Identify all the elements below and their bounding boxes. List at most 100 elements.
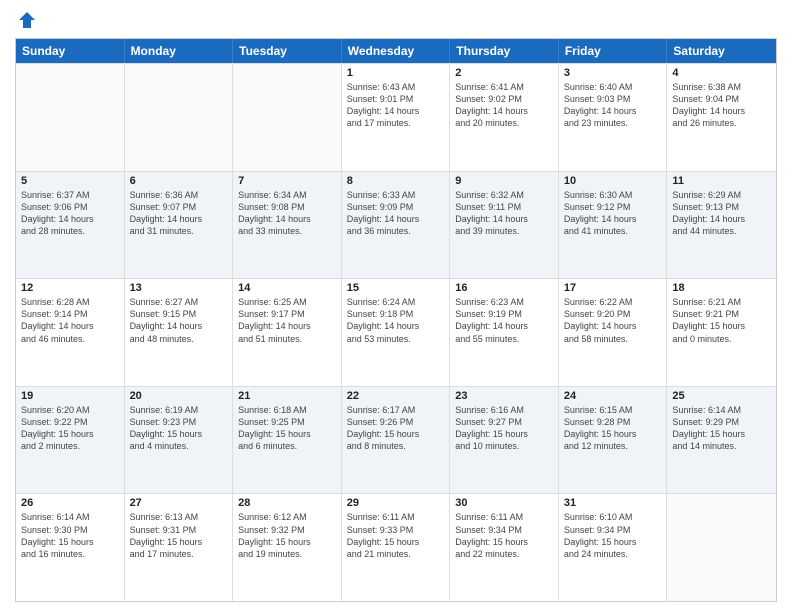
day-number: 12 (21, 282, 119, 294)
col-header-friday: Friday (559, 39, 668, 63)
col-header-sunday: Sunday (16, 39, 125, 63)
cal-cell-1-4: 9Sunrise: 6:32 AMSunset: 9:11 PMDaylight… (450, 172, 559, 279)
calendar-row-4: 26 Sunrise: 6:14 AMSunset: 9:30 PMDayligh… (16, 493, 776, 601)
cal-cell-0-1 (125, 64, 234, 171)
calendar-row-0: 1Sunrise: 6:43 AMSunset: 9:01 PMDaylight… (16, 63, 776, 171)
col-header-tuesday: Tuesday (233, 39, 342, 63)
cell-text: Sunrise: 6:28 AMSunset: 9:14 PMDaylight:… (21, 296, 119, 345)
cell-text: Sunrise: 6:24 AMSunset: 9:18 PMDaylight:… (347, 296, 445, 345)
cell-text: Sunrise: 6:22 AMSunset: 9:20 PMDaylight:… (564, 296, 662, 345)
calendar-header-row: SundayMondayTuesdayWednesdayThursdayFrid… (16, 39, 776, 63)
cal-cell-3-4: 23Sunrise: 6:16 AMSunset: 9:27 PMDayligh… (450, 387, 559, 494)
col-header-monday: Monday (125, 39, 234, 63)
day-number: 10 (564, 175, 662, 187)
header (15, 10, 777, 30)
cal-cell-4-6 (667, 494, 776, 601)
cal-cell-1-1: 6Sunrise: 6:36 AMSunset: 9:07 PMDaylight… (125, 172, 234, 279)
cell-text: Sunrise: 6:12 AMSunset: 9:32 PMDaylight:… (238, 511, 336, 560)
cal-cell-4-4: 30 Sunrise: 6:11 AMSunset: 9:34 PMDayligh… (450, 494, 559, 601)
calendar-row-3: 19 Sunrise: 6:20 AMSunset: 9:22 PMDayligh… (16, 386, 776, 494)
day-number: 27 (130, 497, 228, 509)
cell-text: Sunrise: 6:37 AMSunset: 9:06 PMDaylight:… (21, 189, 119, 238)
calendar-body: 1Sunrise: 6:43 AMSunset: 9:01 PMDaylight… (16, 63, 776, 601)
cal-cell-4-3: 29Sunrise: 6:11 AMSunset: 9:33 PMDayligh… (342, 494, 451, 601)
day-number: 24 (564, 390, 662, 402)
calendar-row-2: 12 Sunrise: 6:28 AMSunset: 9:14 PMDayligh… (16, 278, 776, 386)
cell-text: Sunrise: 6:33 AMSunset: 9:09 PMDaylight:… (347, 189, 445, 238)
day-number: 16 (455, 282, 553, 294)
cal-cell-0-4: 2 Sunrise: 6:41 AMSunset: 9:02 PMDaylight… (450, 64, 559, 171)
logo-icon (17, 10, 37, 30)
day-number: 26 (21, 497, 119, 509)
day-number: 17 (564, 282, 662, 294)
cal-cell-0-6: 4 Sunrise: 6:38 AMSunset: 9:04 PMDaylight… (667, 64, 776, 171)
calendar-row-1: 5Sunrise: 6:37 AMSunset: 9:06 PMDaylight… (16, 171, 776, 279)
cal-cell-3-3: 22 Sunrise: 6:17 AMSunset: 9:26 PMDayligh… (342, 387, 451, 494)
day-number: 14 (238, 282, 336, 294)
cal-cell-2-1: 13Sunrise: 6:27 AMSunset: 9:15 PMDayligh… (125, 279, 234, 386)
cal-cell-0-2 (233, 64, 342, 171)
cal-cell-0-0 (16, 64, 125, 171)
cal-cell-4-1: 27 Sunrise: 6:13 AMSunset: 9:31 PMDayligh… (125, 494, 234, 601)
cal-cell-2-6: 18Sunrise: 6:21 AMSunset: 9:21 PMDayligh… (667, 279, 776, 386)
cal-cell-3-6: 25 Sunrise: 6:14 AMSunset: 9:29 PMDayligh… (667, 387, 776, 494)
day-number: 4 (672, 67, 771, 79)
cell-text: Sunrise: 6:13 AMSunset: 9:31 PMDaylight:… (130, 511, 228, 560)
cal-cell-1-6: 11 Sunrise: 6:29 AMSunset: 9:13 PMDayligh… (667, 172, 776, 279)
col-header-wednesday: Wednesday (342, 39, 451, 63)
cal-cell-1-3: 8 Sunrise: 6:33 AMSunset: 9:09 PMDaylight… (342, 172, 451, 279)
cell-text: Sunrise: 6:15 AMSunset: 9:28 PMDaylight:… (564, 404, 662, 453)
cal-cell-3-0: 19 Sunrise: 6:20 AMSunset: 9:22 PMDayligh… (16, 387, 125, 494)
cal-cell-3-5: 24 Sunrise: 6:15 AMSunset: 9:28 PMDayligh… (559, 387, 668, 494)
cell-text: Sunrise: 6:20 AMSunset: 9:22 PMDaylight:… (21, 404, 119, 453)
cell-text: Sunrise: 6:30 AMSunset: 9:12 PMDaylight:… (564, 189, 662, 238)
cal-cell-2-3: 15 Sunrise: 6:24 AMSunset: 9:18 PMDayligh… (342, 279, 451, 386)
cell-text: Sunrise: 6:11 AMSunset: 9:34 PMDaylight:… (455, 511, 553, 560)
day-number: 20 (130, 390, 228, 402)
day-number: 30 (455, 497, 553, 509)
day-number: 21 (238, 390, 336, 402)
col-header-thursday: Thursday (450, 39, 559, 63)
cal-cell-2-2: 14Sunrise: 6:25 AMSunset: 9:17 PMDayligh… (233, 279, 342, 386)
cell-text: Sunrise: 6:19 AMSunset: 9:23 PMDaylight:… (130, 404, 228, 453)
day-number: 23 (455, 390, 553, 402)
cal-cell-2-0: 12 Sunrise: 6:28 AMSunset: 9:14 PMDayligh… (16, 279, 125, 386)
cal-cell-0-3: 1Sunrise: 6:43 AMSunset: 9:01 PMDaylight… (342, 64, 451, 171)
day-number: 28 (238, 497, 336, 509)
cell-text: Sunrise: 6:10 AMSunset: 9:34 PMDaylight:… (564, 511, 662, 560)
cell-text: Sunrise: 6:34 AMSunset: 9:08 PMDaylight:… (238, 189, 336, 238)
cal-cell-4-5: 31Sunrise: 6:10 AMSunset: 9:34 PMDayligh… (559, 494, 668, 601)
cell-text: Sunrise: 6:29 AMSunset: 9:13 PMDaylight:… (672, 189, 771, 238)
day-number: 3 (564, 67, 662, 79)
col-header-saturday: Saturday (667, 39, 776, 63)
cal-cell-0-5: 3 Sunrise: 6:40 AMSunset: 9:03 PMDaylight… (559, 64, 668, 171)
day-number: 29 (347, 497, 445, 509)
day-number: 11 (672, 175, 771, 187)
cal-cell-2-4: 16 Sunrise: 6:23 AMSunset: 9:19 PMDayligh… (450, 279, 559, 386)
page: SundayMondayTuesdayWednesdayThursdayFrid… (0, 0, 792, 612)
cell-text: Sunrise: 6:38 AMSunset: 9:04 PMDaylight:… (672, 81, 771, 130)
cell-text: Sunrise: 6:18 AMSunset: 9:25 PMDaylight:… (238, 404, 336, 453)
day-number: 8 (347, 175, 445, 187)
day-number: 7 (238, 175, 336, 187)
day-number: 15 (347, 282, 445, 294)
cell-text: Sunrise: 6:32 AMSunset: 9:11 PMDaylight:… (455, 189, 553, 238)
logo (15, 10, 37, 30)
cell-text: Sunrise: 6:14 AMSunset: 9:30 PMDaylight:… (21, 511, 119, 560)
calendar: SundayMondayTuesdayWednesdayThursdayFrid… (15, 38, 777, 602)
cell-text: Sunrise: 6:40 AMSunset: 9:03 PMDaylight:… (564, 81, 662, 130)
cell-text: Sunrise: 6:27 AMSunset: 9:15 PMDaylight:… (130, 296, 228, 345)
cell-text: Sunrise: 6:41 AMSunset: 9:02 PMDaylight:… (455, 81, 553, 130)
cell-text: Sunrise: 6:23 AMSunset: 9:19 PMDaylight:… (455, 296, 553, 345)
day-number: 22 (347, 390, 445, 402)
cal-cell-4-0: 26 Sunrise: 6:14 AMSunset: 9:30 PMDayligh… (16, 494, 125, 601)
cell-text: Sunrise: 6:17 AMSunset: 9:26 PMDaylight:… (347, 404, 445, 453)
cell-text: Sunrise: 6:21 AMSunset: 9:21 PMDaylight:… (672, 296, 771, 345)
cell-text: Sunrise: 6:36 AMSunset: 9:07 PMDaylight:… (130, 189, 228, 238)
day-number: 1 (347, 67, 445, 79)
day-number: 19 (21, 390, 119, 402)
day-number: 2 (455, 67, 553, 79)
cell-text: Sunrise: 6:14 AMSunset: 9:29 PMDaylight:… (672, 404, 771, 453)
cal-cell-1-0: 5Sunrise: 6:37 AMSunset: 9:06 PMDaylight… (16, 172, 125, 279)
day-number: 25 (672, 390, 771, 402)
